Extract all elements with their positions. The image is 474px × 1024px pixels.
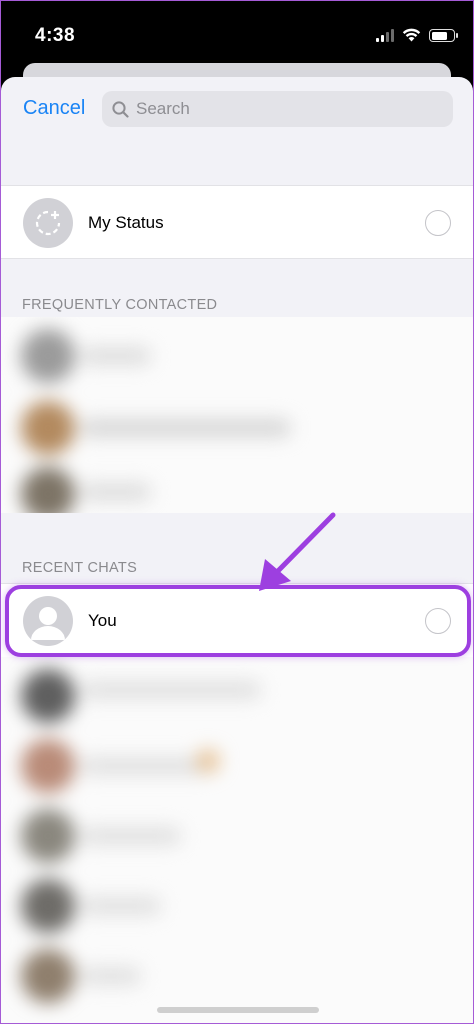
cancel-button[interactable]: Cancel [23,97,85,120]
sheet-header: Cancel [1,77,473,143]
home-indicator[interactable] [157,1007,319,1013]
status-avatar [23,198,73,248]
my-status-label: My Status [88,213,164,232]
cellular-signal-icon [376,28,394,42]
wifi-icon [402,28,421,42]
search-input[interactable] [136,99,426,119]
share-sheet: Cancel My Status FREQUENTLY CONTA [1,77,473,1023]
search-bar[interactable] [102,91,453,127]
status-time: 4:38 [35,25,76,46]
status-bar: 4:38 [1,1,473,71]
my-status-radio[interactable] [425,210,451,236]
you-row-highlight [5,585,471,657]
phone-screen: 4:38 Cancel Search My Status FREQUENTLY … [0,0,474,1024]
battery-icon [429,29,458,42]
status-icons [376,28,458,42]
recent-chats-list [1,657,473,1023]
recent-chats-header: RECENT CHATS [22,560,138,576]
frequently-contacted-header: FREQUENTLY CONTACTED [22,297,218,313]
search-icon [112,100,129,118]
frequently-contacted-list [1,317,473,513]
status-add-icon [35,210,61,236]
my-status-row[interactable]: My Status [1,185,473,259]
